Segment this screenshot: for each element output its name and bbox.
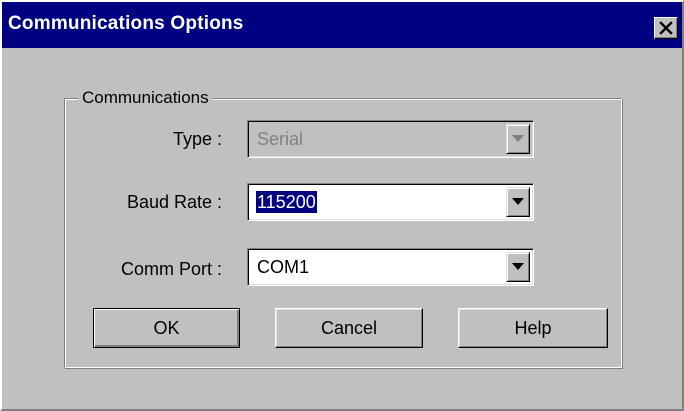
type-label: Type :	[172, 129, 222, 149]
communications-group-label: Communications	[78, 88, 213, 108]
ok-button[interactable]: OK	[93, 308, 240, 348]
cancel-button[interactable]: Cancel	[275, 308, 423, 348]
chevron-down-icon	[512, 198, 524, 205]
chevron-down-icon	[512, 263, 524, 270]
comm-port-dropdown-button[interactable]	[506, 252, 530, 282]
baud-rate-label: Baud Rate :	[126, 192, 222, 212]
type-dropdown-button[interactable]	[506, 124, 530, 154]
comm-port-value: COM1	[257, 257, 310, 277]
close-button[interactable]	[654, 17, 678, 39]
close-icon	[659, 21, 673, 35]
help-button[interactable]: Help	[458, 308, 608, 348]
type-value: Serial	[257, 129, 304, 149]
baud-rate-value: 115200	[256, 191, 317, 213]
window-title: Communications Options	[8, 13, 244, 34]
comm-port-combobox[interactable]: COM1	[247, 248, 534, 286]
dialog-window: Communications Options Communications Ty…	[0, 0, 684, 411]
chevron-down-icon	[512, 135, 524, 142]
type-combobox[interactable]: Serial	[247, 120, 534, 158]
baud-rate-combobox[interactable]: 115200	[247, 183, 534, 221]
comm-port-label: Comm Port :	[120, 259, 222, 279]
baud-rate-dropdown-button[interactable]	[506, 187, 530, 217]
title-bar[interactable]: Communications Options	[2, 2, 682, 48]
